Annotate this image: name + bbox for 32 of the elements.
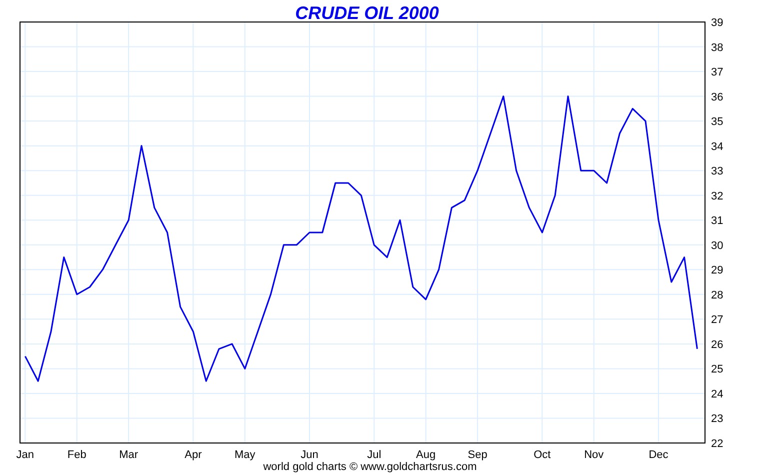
x-tick-label: Sep xyxy=(468,449,488,461)
y-tick-label: 27 xyxy=(711,314,724,326)
y-tick-label: 35 xyxy=(711,116,724,128)
y-tick-label: 32 xyxy=(711,190,724,202)
y-tick-label: 22 xyxy=(711,438,724,450)
y-tick-label: 37 xyxy=(711,66,724,79)
x-tick-label: Dec xyxy=(648,449,668,461)
credit-text: world gold charts © www.goldchartsrus.com xyxy=(263,461,477,473)
x-tick-label: Apr xyxy=(184,449,202,461)
y-tick-label: 30 xyxy=(711,240,724,252)
y-tick-label: 31 xyxy=(711,215,724,228)
y-tick-label: 25 xyxy=(711,364,724,376)
x-tick-label: Aug xyxy=(416,449,436,461)
y-tick-label: 23 xyxy=(711,413,724,426)
y-tick-label: 39 xyxy=(711,17,724,29)
y-tick-label: 24 xyxy=(711,388,724,400)
x-tick-label: Jan xyxy=(16,449,34,461)
x-tick-label: Oct xyxy=(534,449,551,461)
x-tick-label: Nov xyxy=(584,449,604,461)
y-tick-label: 29 xyxy=(711,264,724,277)
x-tick-label: Jun xyxy=(300,449,318,461)
y-tick-label: 36 xyxy=(711,91,724,104)
y-tick-label: 38 xyxy=(711,42,724,54)
x-tick-label: Mar xyxy=(119,449,138,461)
y-tick-label: 26 xyxy=(711,338,724,351)
x-tick-label: Feb xyxy=(67,449,86,461)
y-tick-label: 33 xyxy=(711,166,724,178)
y-tick-label: 34 xyxy=(711,140,724,153)
x-tick-label: Jul xyxy=(367,449,382,461)
x-tick-label: May xyxy=(234,449,256,461)
y-tick-label: 28 xyxy=(711,289,724,302)
chart-title: CRUDE OIL 2000 xyxy=(295,3,439,23)
